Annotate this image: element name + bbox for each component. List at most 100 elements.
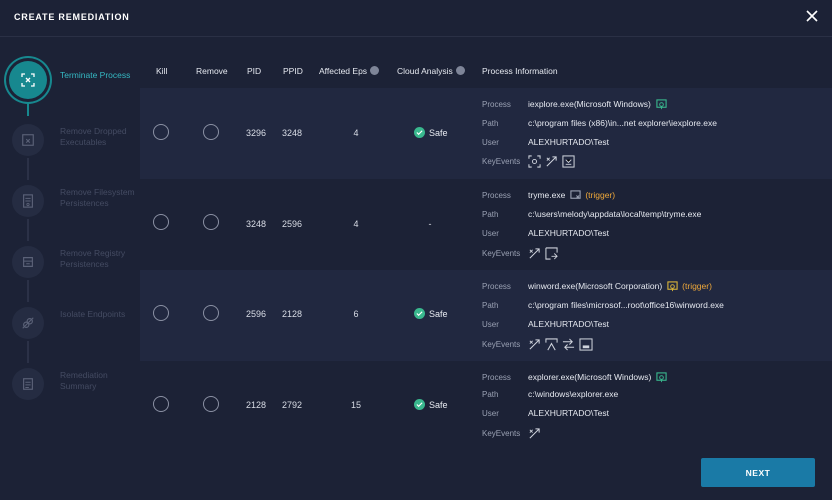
remove-executables-icon: [12, 124, 44, 156]
ppid-cell: 2792: [282, 400, 303, 410]
remove-radio[interactable]: [203, 396, 219, 412]
table-row: 2596 2128 6 Safe Process winword.exe(Micr…: [140, 270, 832, 361]
signed-process-icon: [667, 280, 678, 291]
trigger-tag: (trigger): [585, 190, 616, 200]
isolate-icon: [12, 307, 44, 339]
kill-radio[interactable]: [153, 124, 169, 140]
ppid-cell: 2596: [282, 219, 303, 229]
kill-radio[interactable]: [153, 305, 169, 321]
process-user: ALEXHURTADO\Test: [528, 137, 609, 147]
cloud-analysis-status: -: [428, 219, 432, 229]
table-row: 2128 2792 15 Safe Process explorer.exe(Mi…: [140, 362, 832, 450]
dialog-title: CREATE REMEDIATION: [14, 12, 130, 22]
process-name[interactable]: explorer.exe(Microsoft Windows): [528, 372, 651, 382]
process-name[interactable]: iexplore.exe(Microsoft Windows): [528, 99, 651, 109]
path-label: Path: [482, 118, 499, 128]
process-label: Process: [482, 372, 511, 382]
process-label: Process: [482, 281, 511, 291]
cloud-analysis-status: Safe: [414, 127, 448, 138]
registry-icon: [12, 246, 44, 278]
column-header-pid: PID: [247, 66, 262, 76]
step-label: Remove Registry Persistences: [60, 248, 126, 269]
injection-event-icon[interactable]: [528, 338, 541, 351]
cloud-status-label: Safe: [429, 127, 448, 138]
trigger-tag: (trigger): [682, 281, 712, 291]
user-label: User: [482, 319, 499, 329]
table-row: 3248 2596 4 - Process tryme.exe (trigger)…: [140, 180, 832, 270]
remove-radio[interactable]: [203, 305, 219, 321]
next-button[interactable]: NEXT: [701, 458, 815, 487]
verified-process-icon: [656, 98, 667, 109]
summary-icon: [12, 368, 44, 400]
process-label: Process: [482, 99, 511, 109]
check-icon: [414, 127, 425, 138]
process-path: c:\program files\microsof...root\office1…: [528, 300, 724, 310]
step-remove-filesystem-persistences[interactable]: Remove Filesystem Persistences: [0, 183, 138, 233]
process-user: ALEXHURTADO\Test: [528, 228, 609, 238]
file-event-icon[interactable]: [562, 154, 575, 168]
step-remove-registry-persistences[interactable]: Remove Registry Persistences: [0, 244, 138, 294]
process-label: Process: [482, 190, 511, 200]
column-header-kill: Kill: [156, 66, 168, 76]
network-event-icon[interactable]: [528, 154, 541, 168]
cloud-status-label: Safe: [429, 308, 448, 319]
close-icon[interactable]: [804, 8, 820, 24]
path-label: Path: [482, 389, 499, 399]
pid-cell: 2596: [246, 309, 267, 319]
affected-eps-cell: 15: [350, 400, 361, 410]
keyevents-label: KeyEvents: [482, 156, 521, 166]
keyevents-label: KeyEvents: [482, 339, 521, 349]
kill-radio[interactable]: [153, 396, 169, 412]
remediation-stepper: Terminate Process Remove Dropped Executa…: [0, 36, 138, 500]
process-user: ALEXHURTADO\Test: [528, 319, 609, 329]
verified-process-icon: [656, 371, 667, 382]
user-label: User: [482, 228, 499, 238]
table-header: Kill Remove PID PPID Affected Eps Cloud …: [0, 66, 832, 78]
step-label: Remediation Summary: [60, 370, 108, 391]
injection-event-icon[interactable]: [528, 247, 541, 260]
step-label: Remove Dropped Executables: [60, 126, 127, 147]
column-header-cloud-analysis: Cloud Analysis: [397, 66, 465, 76]
column-header-process-information: Process Information: [482, 66, 558, 76]
info-icon[interactable]: [370, 66, 380, 75]
step-isolate-endpoints[interactable]: Isolate Endpoints: [0, 305, 138, 355]
injection-event-icon[interactable]: [528, 427, 541, 440]
remove-radio[interactable]: [203, 214, 219, 230]
check-icon: [414, 308, 425, 319]
cloud-status-label: Safe: [429, 399, 448, 410]
user-label: User: [482, 137, 499, 147]
process-path: c:\users\melody\appdata\local\temp\tryme…: [528, 209, 702, 219]
user-label: User: [482, 408, 499, 418]
terminal-event-icon[interactable]: [579, 337, 593, 351]
pid-cell: 3296: [246, 128, 267, 138]
step-label: Isolate Endpoints: [60, 309, 126, 319]
keyevents-label: KeyEvents: [482, 248, 521, 258]
step-remediation-summary[interactable]: Remediation Summary: [0, 366, 138, 416]
filesystem-icon: [12, 185, 44, 217]
column-header-affected-eps: Affected Eps: [319, 66, 380, 76]
ppid-cell: 3248: [282, 128, 303, 138]
info-icon[interactable]: [455, 66, 465, 75]
process-name[interactable]: tryme.exe: [528, 190, 565, 200]
column-header-remove: Remove: [196, 66, 228, 76]
transfer-event-icon[interactable]: [562, 338, 575, 351]
process-path: c:\program files (x86)\in...net explorer…: [528, 118, 717, 128]
kill-radio[interactable]: [153, 214, 169, 230]
step-label: Remove Filesystem Persistences: [60, 187, 135, 208]
cloud-analysis-status: Safe: [414, 308, 448, 319]
process-name[interactable]: winword.exe(Microsoft Corporation): [528, 281, 662, 291]
affected-eps-cell: 6: [353, 309, 359, 319]
affected-eps-cell: 4: [353, 219, 359, 229]
ppid-cell: 2128: [282, 309, 303, 319]
process-user: ALEXHURTADO\Test: [528, 408, 609, 418]
check-icon: [414, 399, 425, 410]
injection-event-icon[interactable]: [545, 155, 558, 168]
macro-event-icon[interactable]: [545, 337, 558, 351]
remove-radio[interactable]: [203, 124, 219, 140]
path-label: Path: [482, 300, 499, 310]
execution-event-icon[interactable]: [545, 246, 558, 260]
process-path: c:\windows\explorer.exe: [528, 389, 619, 399]
dialog-header: CREATE REMEDIATION: [0, 0, 832, 37]
step-remove-dropped-executables[interactable]: Remove Dropped Executables: [0, 122, 138, 172]
cloud-analysis-label: Cloud Analysis: [397, 66, 453, 76]
